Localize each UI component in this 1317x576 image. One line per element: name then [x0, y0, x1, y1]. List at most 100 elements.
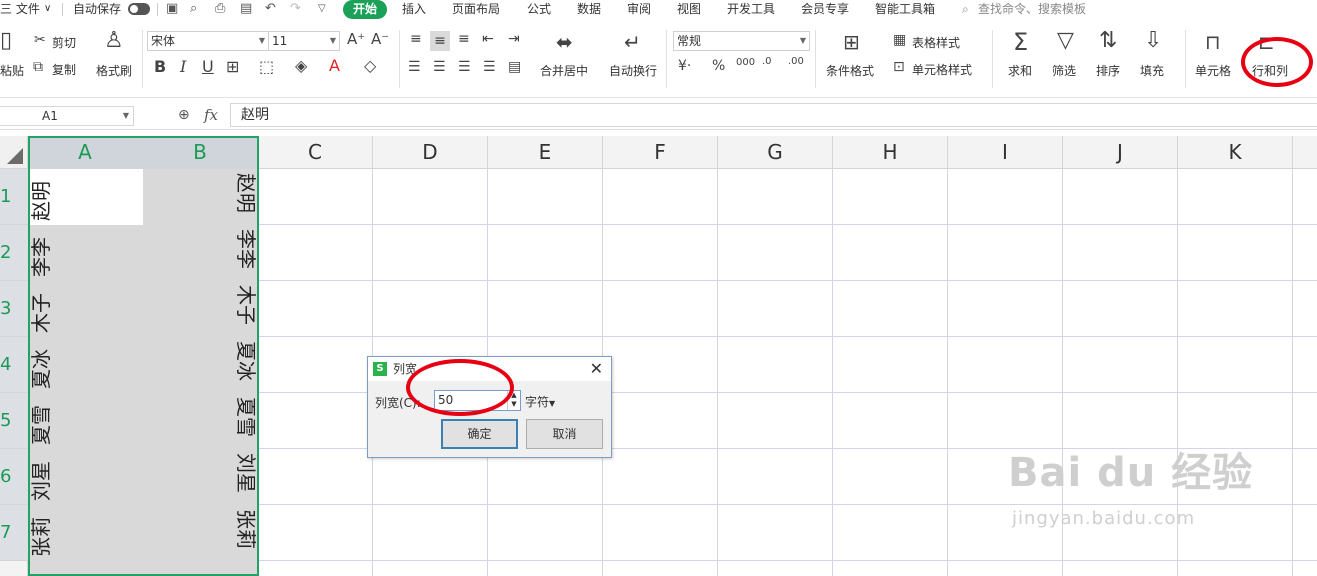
currency-icon[interactable]: ¥· [678, 59, 691, 73]
tab-data[interactable]: 数据 [577, 1, 601, 17]
increase-font-icon[interactable]: A⁺ [347, 32, 365, 47]
formula-bar: A1 ▼ ⊕ fx 赵明 [0, 100, 1317, 130]
increase-decimal-icon[interactable]: .0 [762, 57, 772, 67]
column-header-d[interactable]: D [373, 136, 488, 169]
command-search[interactable]: 查找命令、搜索模板 [978, 1, 1086, 17]
name-box[interactable]: A1 ▼ [0, 106, 134, 126]
decrease-decimal-icon[interactable]: .00 [788, 57, 804, 67]
column-header-b[interactable]: B [143, 136, 258, 169]
format-painter-button[interactable]: 格式刷 [96, 62, 132, 79]
unit-select[interactable]: 字符▼ [525, 393, 555, 410]
tab-smart-tools[interactable]: 智能工具箱 [875, 1, 935, 17]
tab-member[interactable]: 会员专享 [801, 1, 849, 17]
cancel-button[interactable]: 取消 [526, 419, 603, 449]
column-header-h[interactable]: H [833, 136, 948, 169]
print-icon[interactable]: ⎙ [215, 1, 225, 17]
autosave-toggle[interactable] [128, 3, 150, 15]
row-header-7[interactable]: 7 [0, 505, 28, 561]
cut-button[interactable]: 剪切 [52, 34, 76, 51]
preview-icon[interactable]: ▤ [240, 1, 252, 17]
tab-developer[interactable]: 开发工具 [727, 1, 775, 17]
decrease-font-icon[interactable]: A⁻ [371, 32, 389, 47]
align-top-icon[interactable]: ≡ [410, 32, 422, 46]
underline-icon[interactable]: U [202, 59, 214, 75]
indent-decrease-icon[interactable]: ⇤ [482, 32, 494, 46]
cell-style-button[interactable]: 单元格样式 [912, 61, 972, 78]
paste-button[interactable]: 粘贴 [0, 62, 24, 79]
thousands-icon[interactable]: 000 [736, 58, 755, 68]
tab-view[interactable]: 视图 [677, 1, 701, 17]
align-left-icon[interactable]: ☰ [408, 60, 421, 74]
row-header-2[interactable]: 2 [0, 225, 28, 281]
align-center-icon[interactable]: ☰ [433, 60, 446, 74]
column-header-a[interactable]: A [28, 136, 143, 169]
font-size-select[interactable]: 11 ▼ [268, 31, 340, 51]
export-icon[interactable]: ⌕ [190, 1, 197, 17]
row-header-3[interactable]: 3 [0, 281, 28, 337]
fill-shade-icon[interactable]: ⬚ [259, 59, 274, 75]
column-header-f[interactable]: F [603, 136, 718, 169]
filter-button[interactable]: 筛选 [1052, 62, 1076, 79]
align-right-icon[interactable]: ☰ [458, 60, 471, 74]
italic-icon[interactable]: I [180, 59, 186, 75]
selected-range [28, 169, 258, 576]
merge-center-button[interactable]: 合并居中 [540, 62, 588, 79]
bold-icon[interactable]: B [154, 59, 166, 75]
ok-button[interactable]: 确定 [441, 419, 518, 449]
align-middle-icon[interactable]: ≡ [430, 31, 450, 51]
file-menu[interactable]: 三 文件 [0, 1, 40, 17]
justify-icon[interactable]: ☰ [483, 60, 496, 74]
select-all-corner[interactable] [0, 136, 28, 169]
row-header-6[interactable]: 6 [0, 449, 28, 505]
undo-icon[interactable]: ↶ [265, 1, 276, 17]
number-format-select[interactable]: 常规 ▼ [673, 31, 810, 51]
align-bottom-icon[interactable]: ≡ [458, 32, 470, 46]
sort-icon: ⇅ [1099, 28, 1118, 53]
annotation-circle [406, 359, 514, 416]
row-header-4[interactable]: 4 [0, 337, 28, 393]
chevron-down-icon[interactable]: ▼ [123, 107, 129, 125]
wrap-text-button[interactable]: 自动换行 [609, 62, 657, 79]
column-header-e[interactable]: E [488, 136, 603, 169]
sum-button[interactable]: 求和 [1008, 62, 1032, 79]
sort-button[interactable]: 排序 [1096, 62, 1120, 79]
annotation-circle [1241, 37, 1313, 87]
row-header-1[interactable]: 1 [0, 169, 28, 225]
fill-button[interactable]: 填充 [1140, 62, 1164, 79]
row-header-5[interactable]: 5 [0, 393, 28, 449]
conditional-format-button[interactable]: 条件格式 [826, 62, 874, 79]
customize-icon[interactable]: ▽ [318, 1, 326, 17]
autosave-label: 自动保存 [73, 2, 122, 16]
tab-formulas[interactable]: 公式 [527, 1, 551, 17]
tab-insert[interactable]: 插入 [402, 1, 426, 17]
column-header-g[interactable]: G [718, 136, 833, 169]
chevron-down-icon[interactable]: ∨ [44, 1, 51, 17]
tab-page-layout[interactable]: 页面布局 [452, 1, 500, 17]
eraser-icon[interactable]: ◇ [364, 58, 376, 74]
column-header-k[interactable]: K [1178, 136, 1293, 169]
tab-start[interactable]: 开始 [343, 0, 387, 19]
paste-icon[interactable]: ▯ [0, 30, 12, 52]
fx-icon[interactable]: fx [204, 106, 218, 124]
table-style-button[interactable]: 表格样式 [912, 34, 960, 51]
tab-review[interactable]: 审阅 [627, 1, 651, 17]
cell-style-icon: ⊡ [893, 59, 905, 75]
fill-color-icon[interactable]: ◈ [295, 58, 307, 74]
column-header-j[interactable]: J [1063, 136, 1178, 169]
font-color-icon[interactable]: A [329, 58, 340, 74]
cell-button[interactable]: 单元格 [1195, 62, 1231, 79]
font-name-select[interactable]: 宋体 ▼ [147, 31, 269, 51]
formula-input[interactable]: 赵明 [230, 103, 1317, 127]
search-icon[interactable]: ⌕ [962, 1, 969, 17]
redo-icon[interactable]: ↷ [290, 1, 301, 17]
zoom-icon[interactable]: ⊕ [178, 107, 190, 123]
percent-icon[interactable]: % [712, 59, 725, 73]
border-icon[interactable]: ⊞ [226, 59, 239, 75]
close-icon[interactable]: ✕ [590, 357, 603, 381]
copy-button[interactable]: 复制 [52, 61, 76, 78]
save-icon[interactable]: ▣ [166, 1, 178, 17]
column-header-i[interactable]: I [948, 136, 1063, 169]
indent-increase-icon[interactable]: ⇥ [508, 32, 520, 46]
column-header-c[interactable]: C [258, 136, 373, 169]
distribute-icon[interactable]: ▤ [508, 60, 521, 74]
